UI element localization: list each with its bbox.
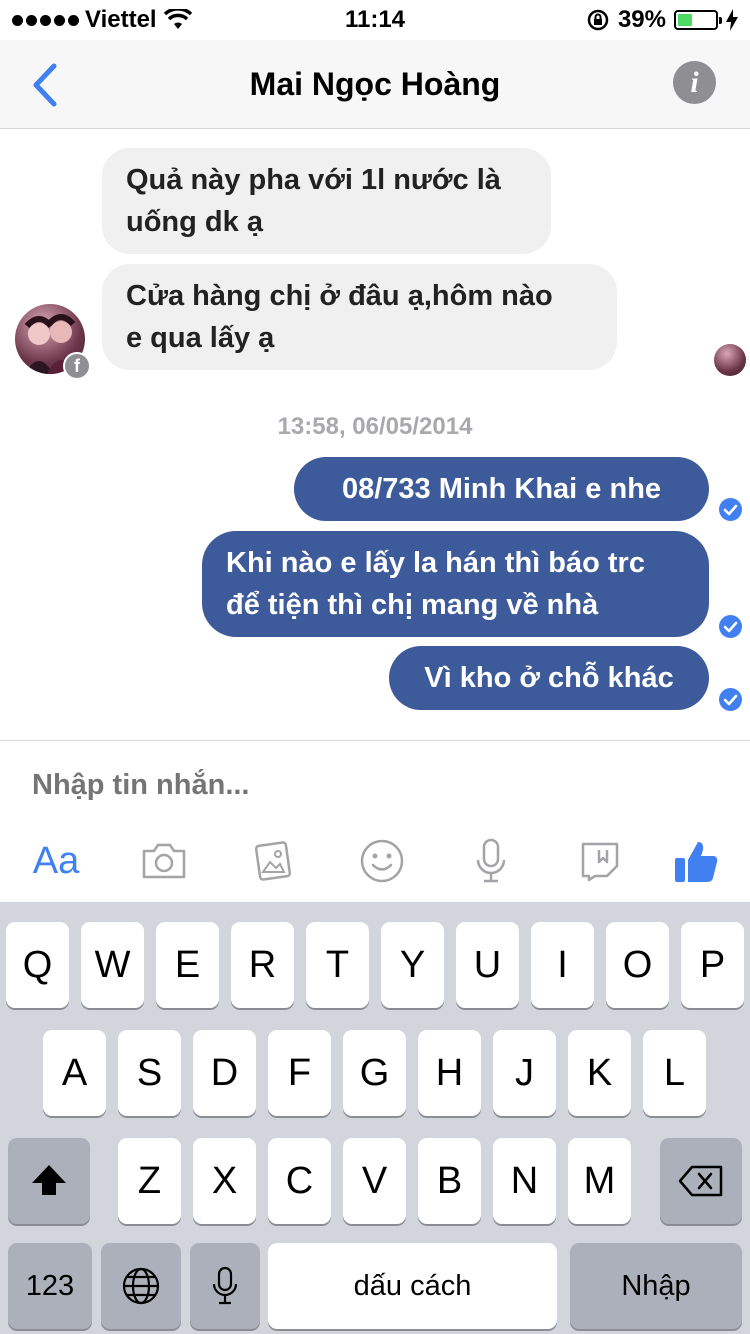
- key-b[interactable]: B: [418, 1138, 481, 1224]
- seen-indicator-avatar: [714, 344, 746, 376]
- messenger-conversation-screen: Viettel 11:14 39% Mai Ngọc Hoàng i Quả n…: [0, 0, 750, 1334]
- key-m[interactable]: M: [568, 1138, 631, 1224]
- key-s[interactable]: S: [118, 1030, 181, 1116]
- key-p[interactable]: P: [681, 922, 744, 1008]
- space-key[interactable]: dấu cách: [268, 1243, 557, 1329]
- navigation-bar: Mai Ngọc Hoàng i: [0, 40, 750, 129]
- dictation-key[interactable]: [190, 1243, 260, 1329]
- key-w[interactable]: W: [81, 922, 144, 1008]
- text-format-label: Aa: [32, 839, 80, 882]
- info-button[interactable]: i: [673, 61, 716, 104]
- status-right: 39%: [586, 6, 738, 34]
- message-text-line: e qua lấy ạ: [126, 322, 275, 354]
- key-r[interactable]: R: [231, 922, 294, 1008]
- key-e[interactable]: E: [156, 922, 219, 1008]
- key-g[interactable]: G: [343, 1030, 406, 1116]
- key-c[interactable]: C: [268, 1138, 331, 1224]
- ios-keyboard: QWERTYUIOP ASDFGHJKL ZXCVBNM 123 dấu các…: [0, 902, 750, 1334]
- outgoing-message[interactable]: Vì kho ở chỗ khác: [389, 646, 709, 710]
- delivered-check-icon: [719, 615, 742, 638]
- delivered-check-icon: [719, 688, 742, 711]
- text-format-button[interactable]: Aa: [26, 831, 86, 891]
- battery-icon: [674, 10, 722, 30]
- key-o[interactable]: O: [606, 922, 669, 1008]
- delivered-check-icon: [719, 498, 742, 521]
- outgoing-message[interactable]: Khi nào e lấy la hán thì báo trc để tiện…: [202, 531, 709, 637]
- like-button[interactable]: [666, 831, 726, 891]
- thumbs-up-icon: [675, 842, 718, 882]
- info-icon: i: [690, 66, 699, 99]
- conversation-title: Mai Ngọc Hoàng: [249, 66, 501, 102]
- key-h[interactable]: H: [418, 1030, 481, 1116]
- emoji-button[interactable]: [352, 831, 412, 891]
- message-text-line: để tiện thì chị mang về nhà: [226, 589, 599, 621]
- composer-toolbar: Aa: [0, 831, 750, 891]
- message-text-line: uống dk ạ: [126, 206, 263, 238]
- backspace-key[interactable]: [660, 1138, 742, 1224]
- return-key[interactable]: Nhập: [570, 1243, 742, 1329]
- shift-key[interactable]: [8, 1138, 90, 1224]
- camera-button[interactable]: [134, 831, 194, 891]
- key-i[interactable]: I: [531, 922, 594, 1008]
- incoming-message[interactable]: Cửa hàng chị ở đâu ạ,hôm nào e qua lấy ạ: [102, 264, 617, 370]
- message-input[interactable]: [32, 769, 712, 802]
- key-t[interactable]: T: [306, 922, 369, 1008]
- sticker-icon: [581, 842, 619, 882]
- delete-icon: [678, 1165, 723, 1197]
- key-k[interactable]: K: [568, 1030, 631, 1116]
- microphone-icon: [476, 838, 506, 883]
- key-x[interactable]: X: [193, 1138, 256, 1224]
- battery-level-fill: [678, 14, 692, 26]
- status-bar: Viettel 11:14 39%: [0, 0, 750, 40]
- shift-icon: [32, 1165, 66, 1195]
- message-text-line: Vì kho ở chỗ khác: [424, 662, 674, 694]
- key-y[interactable]: Y: [381, 922, 444, 1008]
- key-j[interactable]: J: [493, 1030, 556, 1116]
- message-text-line: Cửa hàng chị ở đâu ạ,hôm nào: [126, 280, 553, 312]
- key-f[interactable]: F: [268, 1030, 331, 1116]
- smiley-icon: [360, 839, 404, 883]
- key-d[interactable]: D: [193, 1030, 256, 1116]
- globe-icon: [122, 1267, 160, 1305]
- camera-icon: [142, 843, 186, 879]
- charging-bolt-icon: [726, 9, 738, 31]
- key-l[interactable]: L: [643, 1030, 706, 1116]
- facebook-icon: f: [63, 352, 91, 380]
- key-v[interactable]: V: [343, 1138, 406, 1224]
- rotation-lock-icon: [587, 9, 609, 31]
- message-text-line: Khi nào e lấy la hán thì báo trc: [226, 547, 645, 579]
- key-a[interactable]: A: [43, 1030, 106, 1116]
- microphone-icon: [212, 1266, 238, 1305]
- photo-icon: [254, 841, 292, 881]
- key-u[interactable]: U: [456, 922, 519, 1008]
- message-text-line: 08/733 Minh Khai e nhe: [341, 473, 662, 505]
- voice-record-button[interactable]: [461, 831, 521, 891]
- key-n[interactable]: N: [493, 1138, 556, 1224]
- incoming-message[interactable]: Quả này pha với 1l nước là uống dk ạ: [102, 148, 551, 254]
- stickers-button[interactable]: [570, 831, 630, 891]
- message-composer: Aa: [0, 740, 750, 902]
- photo-gallery-button[interactable]: [243, 831, 303, 891]
- globe-key[interactable]: [101, 1243, 181, 1329]
- message-timestamp: 13:58, 06/05/2014: [277, 413, 473, 440]
- numbers-key[interactable]: 123: [8, 1243, 92, 1329]
- battery-percent: 39%: [617, 6, 666, 33]
- key-z[interactable]: Z: [118, 1138, 181, 1224]
- key-q[interactable]: Q: [6, 922, 69, 1008]
- message-text-line: Quả này pha với 1l nước là: [126, 164, 501, 196]
- outgoing-message[interactable]: 08/733 Minh Khai e nhe: [294, 457, 709, 521]
